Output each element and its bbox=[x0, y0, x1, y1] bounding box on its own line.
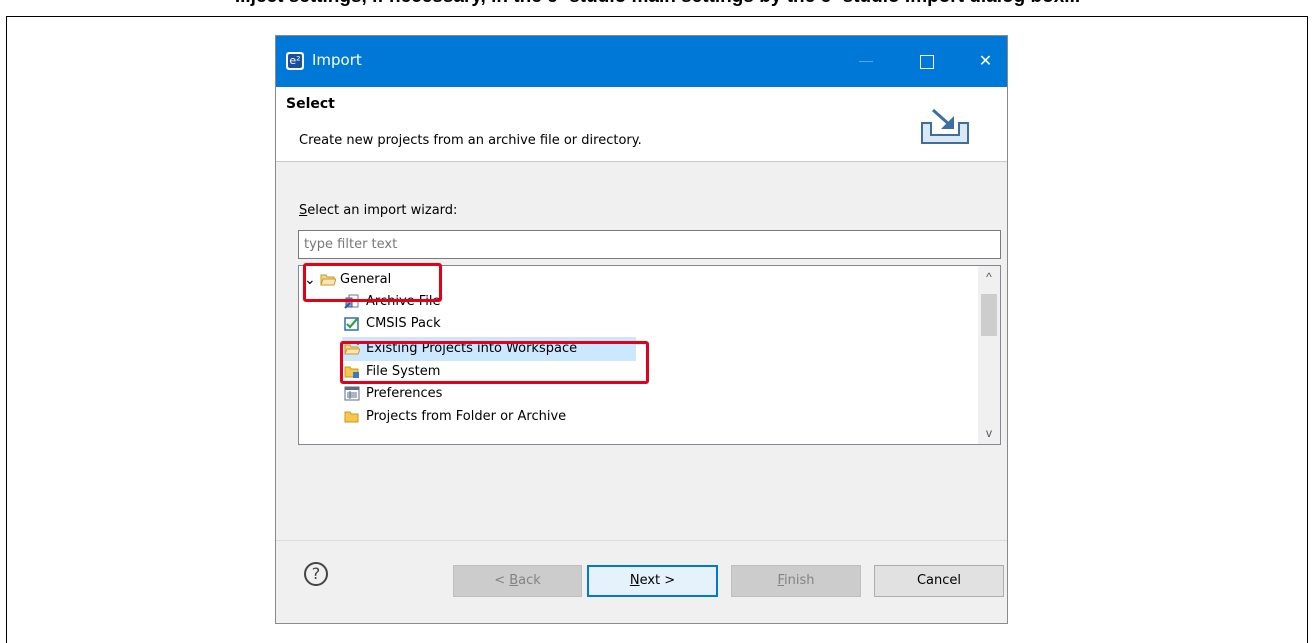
close-button[interactable]: ✕ bbox=[962, 36, 1009, 87]
scrollbar-thumb[interactable] bbox=[981, 294, 997, 336]
page-description: Create new projects from an archive file… bbox=[299, 133, 642, 148]
minimize-icon bbox=[859, 61, 873, 62]
preferences-icon bbox=[344, 386, 360, 401]
import-banner-icon bbox=[921, 108, 969, 144]
clipped-heading-text: ...ject settings, if necessary, in the e… bbox=[0, 0, 1315, 8]
next-button[interactable]: Next > bbox=[587, 565, 718, 597]
finish-button[interactable]: Finish bbox=[731, 565, 861, 597]
help-icon[interactable]: ? bbox=[304, 562, 328, 586]
tree-item-label: Preferences bbox=[366, 386, 443, 401]
tree-item-label: CMSIS Pack bbox=[366, 316, 441, 331]
tree-scrollbar[interactable]: ^ v bbox=[978, 266, 1000, 444]
back-button[interactable]: < Back bbox=[453, 565, 582, 597]
tree-item-projects-from-folder[interactable]: Projects from Folder or Archive bbox=[344, 405, 644, 429]
highlight-box-existing-projects bbox=[340, 341, 649, 384]
scroll-up-arrow-icon[interactable]: ^ bbox=[978, 266, 1000, 288]
maximize-button[interactable] bbox=[903, 36, 950, 87]
minimize-button[interactable] bbox=[843, 36, 890, 87]
filter-input[interactable] bbox=[298, 230, 1001, 259]
close-icon: ✕ bbox=[978, 53, 993, 70]
highlight-box-general bbox=[303, 263, 442, 302]
tree-item-cmsis-pack[interactable]: CMSIS Pack bbox=[344, 312, 644, 336]
e2-studio-app-icon: e² bbox=[286, 52, 304, 70]
maximize-icon bbox=[920, 55, 934, 69]
title-bar[interactable]: e² Import ✕ bbox=[276, 36, 1007, 87]
page-title: Select bbox=[286, 96, 335, 112]
scroll-down-arrow-icon[interactable]: v bbox=[978, 422, 1000, 444]
wizard-header: Select Create new projects from an archi… bbox=[276, 87, 1007, 162]
import-wizard-label: Select an import wizard: bbox=[299, 203, 458, 218]
cancel-button[interactable]: Cancel bbox=[874, 565, 1004, 597]
cmsis-pack-icon bbox=[344, 317, 359, 331]
folder-icon bbox=[344, 411, 359, 423]
import-dialog: e² Import ✕ Select Create new projects f… bbox=[275, 35, 1008, 624]
window-title: Import bbox=[312, 51, 362, 69]
tree-item-label: Projects from Folder or Archive bbox=[366, 409, 567, 424]
footer-divider bbox=[276, 540, 1007, 541]
tree-item-preferences[interactable]: Preferences bbox=[344, 382, 644, 406]
